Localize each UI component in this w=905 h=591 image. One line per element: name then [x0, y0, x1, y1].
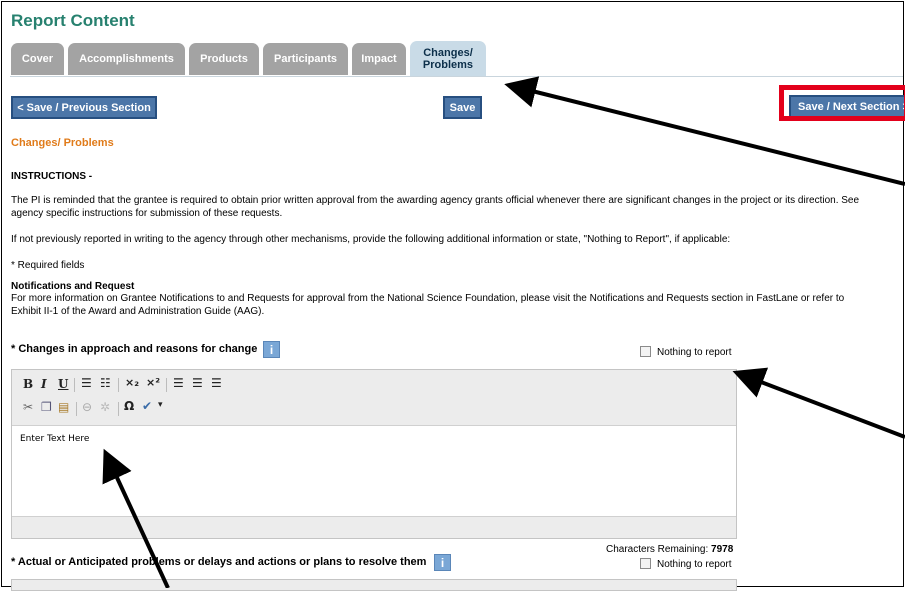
arrow-to-editor — [102, 448, 170, 588]
annotation-arrows — [102, 76, 905, 588]
arrow-to-tab — [504, 76, 905, 186]
arrow-to-checkbox — [732, 367, 905, 439]
